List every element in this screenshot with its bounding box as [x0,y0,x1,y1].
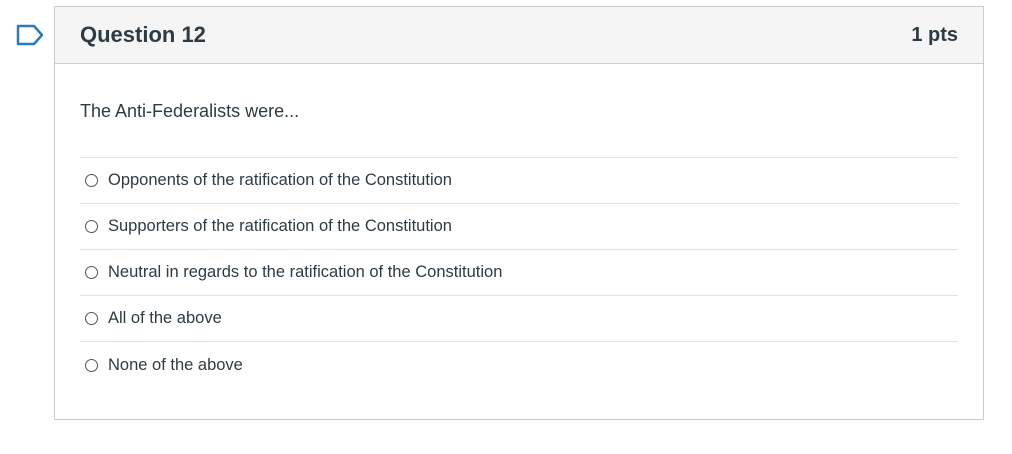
answer-option-2[interactable]: Supporters of the ratification of the Co… [80,204,958,250]
radio-unselected-icon[interactable] [85,312,98,325]
question-text: The Anti-Federalists were... [80,101,300,121]
radio-unselected-icon[interactable] [85,174,98,187]
radio-unselected-icon[interactable] [85,220,98,233]
answer-list: Opponents of the ratification of the Con… [80,157,958,388]
answer-label: Opponents of the ratification of the Con… [108,171,452,189]
answer-label: Supporters of the ratification of the Co… [108,217,452,235]
answer-option-1[interactable]: Opponents of the ratification of the Con… [80,158,958,204]
question-title: Question 12 [80,22,206,47]
question-card: Question 12 1 pts The Anti-Federalists w… [54,6,984,420]
answer-option-4[interactable]: All of the above [80,296,958,342]
answer-label: None of the above [108,355,243,374]
answer-label: Neutral in regards to the ratification o… [108,263,503,281]
question-body: The Anti-Federalists were... Opponents o… [55,64,983,388]
flag-question-icon[interactable] [16,24,44,46]
radio-unselected-icon[interactable] [85,266,98,279]
question-header: Question 12 1 pts [55,7,983,64]
question-points: 1 pts [911,23,958,46]
answer-label: All of the above [108,309,222,327]
radio-unselected-icon[interactable] [85,358,98,372]
answer-option-5[interactable]: None of the above [80,342,958,388]
answer-option-3[interactable]: Neutral in regards to the ratification o… [80,250,958,296]
